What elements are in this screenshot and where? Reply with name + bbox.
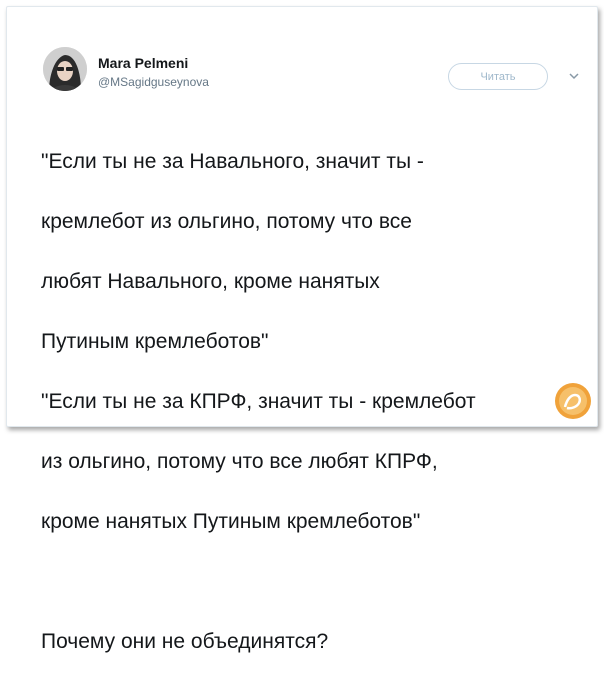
tweet-line: любят Навального, кроме нанятых bbox=[41, 270, 380, 293]
site-watermark-logo-icon bbox=[555, 383, 591, 419]
tweet-line: кроме нанятых Путиным кремлеботов" bbox=[41, 510, 421, 533]
tweet-line: "Если ты не за КПРФ, значит ты - кремлеб… bbox=[41, 390, 476, 413]
tweet-line: Путиным кремлеботов" bbox=[41, 330, 269, 353]
author-handle[interactable]: @MSagidguseynova bbox=[98, 75, 209, 89]
tweet-text: "Если ты не за Навального, значит ты - к… bbox=[41, 117, 591, 687]
tweet-line bbox=[41, 567, 591, 597]
tweet-card: Mara Pelmeni @MSagidguseynova Читать "Ес… bbox=[6, 6, 598, 653]
author-name[interactable]: Mara Pelmeni bbox=[98, 55, 188, 71]
tweet-line: Почему они не объединятся? bbox=[41, 630, 329, 653]
tweet-line: "Если ты не за Навального, значит ты - bbox=[41, 150, 424, 173]
avatar[interactable] bbox=[43, 47, 87, 91]
avatar-photo-icon bbox=[43, 47, 87, 91]
tweet-line: кремлебот из ольгино, потому что все bbox=[41, 210, 412, 233]
tweet-line: из ольгино, потому что все любят КПРФ, bbox=[41, 450, 438, 473]
chevron-down-icon[interactable] bbox=[567, 69, 581, 83]
follow-button[interactable]: Читать bbox=[448, 63, 548, 90]
